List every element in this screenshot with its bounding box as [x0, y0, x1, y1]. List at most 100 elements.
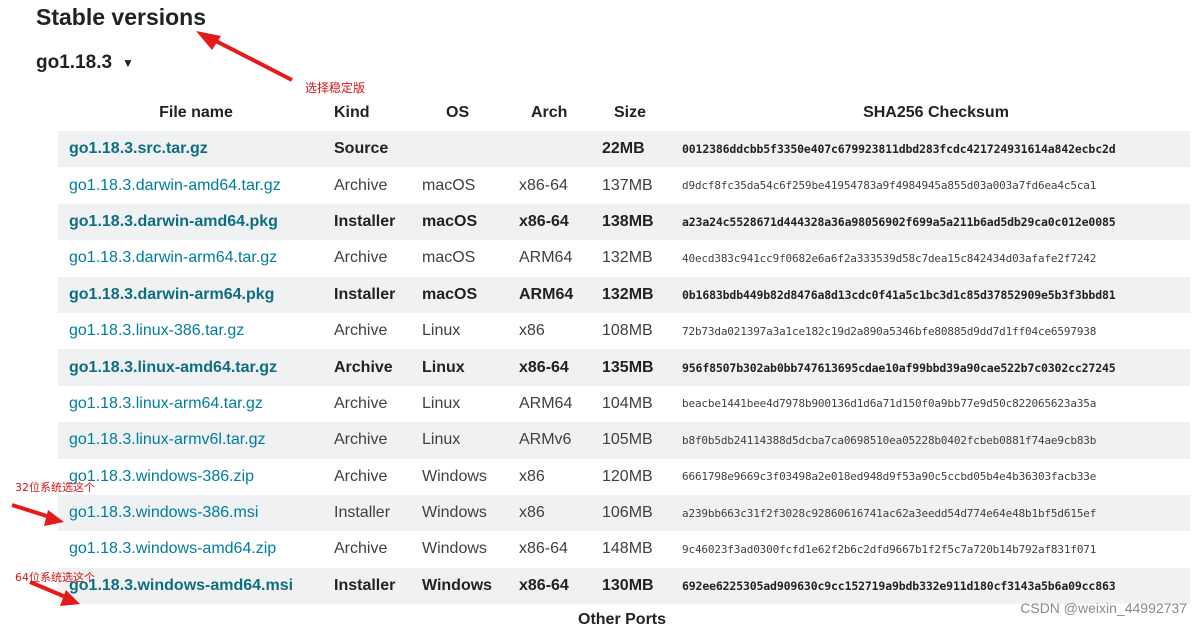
table-row: go1.18.3.linux-arm64.tar.gz Archive Linux A…	[58, 386, 1190, 422]
size-cell: 120MB	[602, 467, 653, 485]
page-title: Stable versions	[36, 4, 207, 30]
arch-cell: ARM64	[519, 249, 573, 267]
file-name-cell: go1.18.3.linux-386.tar.gz	[58, 313, 334, 349]
kind-cell: Archive	[334, 394, 388, 412]
version-toggle[interactable]: go1.18.3 ▼	[36, 52, 134, 74]
sha256-cell: a239bb663c31f2f3028c92860616741ac62a3eed…	[682, 494, 1190, 532]
caret-down-icon: ▼	[122, 56, 134, 70]
kind-cell: Archive	[334, 322, 388, 340]
sha256-cell: 6661798e9669c3f03498a2e018ed948d9f53a90c…	[682, 470, 1097, 484]
file-name-link[interactable]: go1.18.3.darwin-arm64.pkg	[69, 286, 274, 303]
sha256-cell: 40ecd383c941cc9f0682e6a6f2a333539d58c7de…	[682, 251, 1097, 265]
size-cell: 135MB	[602, 349, 682, 386]
table-row: go1.18.3.linux-386.tar.gz Archive Linux x86…	[58, 313, 1190, 349]
arrow-stable	[196, 31, 293, 82]
size-cell: 106MB	[602, 494, 682, 532]
size-cell: 148MB	[602, 540, 653, 558]
sha256-cell: 9c46023f3ad0300fcfd1e62f2b6c2dfd9667b1f2…	[682, 542, 1097, 556]
arch-cell: ARM64	[519, 394, 573, 412]
file-name-link[interactable]: go1.18.3.linux-armv6l.tar.gz	[69, 431, 266, 448]
file-name-cell: go1.18.3.darwin-arm64.tar.gz	[58, 240, 334, 276]
file-name-link[interactable]: go1.18.3.windows-amd64.msi	[69, 577, 293, 594]
arch-cell: x86	[519, 494, 602, 532]
table-row: go1.18.3.linux-amd64.tar.gz Archive Linux x…	[58, 349, 1190, 386]
file-name-cell: go1.18.3.src.tar.gz	[58, 131, 334, 168]
os-cell: macOS	[422, 276, 519, 313]
sha256-cell: 72b73da021397a3a1ce182c19d2a890a5346bfe8…	[682, 324, 1097, 338]
sha256-cell: 0012386ddcbb5f3350e407c679923811dbd283fc…	[682, 131, 1190, 168]
sha256-cell: 692ee6225305ad909630c9cc152719a9bdb332e9…	[682, 567, 1190, 605]
arch-cell: x86-64	[519, 203, 602, 241]
sha256-cell: beacbe1441bee4d7978b900136d1d6a71d150f0a…	[682, 397, 1097, 411]
kind-cell: Archive	[334, 540, 388, 558]
version-label: go1.18.3	[36, 52, 113, 73]
arch-cell: x86	[519, 467, 545, 485]
file-name-cell: go1.18.3.windows-386.zip	[58, 459, 334, 495]
size-cell: 137MB	[602, 176, 653, 194]
file-name-link[interactable]: go1.18.3.linux-amd64.tar.gz	[69, 359, 277, 376]
kind-cell: Installer	[334, 203, 422, 241]
table-row: go1.18.3.windows-amd64.zip Archive Windows…	[58, 531, 1190, 567]
kind-cell: Installer	[334, 276, 422, 313]
file-name-link[interactable]: go1.18.3.darwin-amd64.tar.gz	[69, 177, 281, 194]
kind-cell: Archive	[334, 467, 388, 485]
header-file-name: File name	[159, 104, 233, 121]
kind-cell: Archive	[334, 349, 422, 386]
os-cell: Linux	[422, 322, 461, 340]
file-name-link[interactable]: go1.18.3.linux-386.tar.gz	[69, 322, 244, 339]
sha256-cell: d9dcf8fc35da54c6f259be41954783a9f4984945…	[682, 179, 1097, 193]
os-cell: Linux	[422, 349, 519, 386]
os-cell: macOS	[422, 176, 476, 194]
header-arch: Arch	[531, 104, 568, 121]
file-name-cell: go1.18.3.darwin-arm64.pkg	[58, 276, 334, 313]
arch-cell: x86-64	[519, 567, 602, 605]
file-name-cell: go1.18.3.linux-amd64.tar.gz	[58, 349, 334, 386]
size-cell: 130MB	[602, 567, 682, 605]
sha256-cell: 956f8507b302ab0bb747613695cdae10af99bbd3…	[682, 349, 1190, 386]
os-cell: Linux	[422, 422, 519, 459]
file-name-link[interactable]: go1.18.3.src.tar.gz	[69, 140, 208, 157]
size-cell: 132MB	[602, 276, 682, 313]
header-kind: Kind	[334, 104, 370, 121]
sha256-cell: b8f0b5db24114388d5dcba7ca0698510ea05228b…	[682, 422, 1190, 459]
file-name-cell: go1.18.3.darwin-amd64.pkg	[58, 203, 334, 241]
size-cell: 138MB	[602, 203, 682, 241]
arch-cell: ARM64	[519, 276, 602, 313]
table-row: go1.18.3.linux-armv6l.tar.gz Archive Linux…	[58, 422, 1190, 459]
file-name-link[interactable]: go1.18.3.windows-amd64.zip	[69, 540, 276, 557]
arch-cell: x86-64	[519, 540, 568, 558]
os-cell: Windows	[422, 467, 487, 485]
file-name-cell: go1.18.3.linux-armv6l.tar.gz	[58, 422, 334, 459]
other-ports-heading: Other Ports	[578, 611, 667, 628]
file-name-link[interactable]: go1.18.3.windows-386.zip	[69, 468, 254, 485]
file-name-link[interactable]: go1.18.3.windows-386.msi	[69, 504, 258, 521]
file-name-link[interactable]: go1.18.3.darwin-amd64.pkg	[69, 213, 278, 230]
kind-cell: Installer	[334, 567, 422, 605]
arch-cell: x86-64	[519, 349, 602, 386]
file-name-link[interactable]: go1.18.3.linux-arm64.tar.gz	[69, 395, 263, 412]
kind-cell: Archive	[334, 249, 388, 267]
header-size: Size	[614, 104, 647, 121]
size-cell: 22MB	[602, 131, 682, 168]
arch-cell: x86	[519, 322, 545, 340]
file-name-cell: go1.18.3.darwin-amd64.tar.gz	[58, 167, 334, 203]
os-cell: Windows	[422, 567, 519, 605]
table-row: go1.18.3.darwin-amd64.pkg Installer macOS x…	[58, 203, 1190, 241]
table-row: go1.18.3.windows-amd64.msi Installer Windo…	[58, 567, 1190, 605]
size-cell: 132MB	[602, 249, 653, 267]
file-name-link[interactable]: go1.18.3.darwin-arm64.tar.gz	[69, 249, 277, 266]
os-cell: macOS	[422, 249, 476, 267]
kind-cell: Installer	[334, 494, 422, 532]
kind-cell: Source	[334, 131, 422, 168]
file-name-cell: go1.18.3.windows-amd64.zip	[58, 531, 334, 567]
os-cell	[422, 131, 519, 168]
sha256-cell: a23a24c5528671d444328a36a98056902f699a5a…	[682, 203, 1190, 241]
arch-cell: x86-64	[519, 176, 568, 194]
table-row: go1.18.3.darwin-arm64.pkg Installer macOS A…	[58, 276, 1190, 313]
sha256-cell: 0b1683bdb449b82d8476a8d13cdc0f41a5c1bc3d…	[682, 276, 1190, 313]
size-cell: 108MB	[602, 322, 653, 340]
file-name-cell: go1.18.3.windows-amd64.msi	[58, 567, 334, 605]
os-cell: Windows	[422, 540, 487, 558]
table-row: go1.18.3.src.tar.gz Source 22MB 0012386ddcb…	[58, 131, 1190, 168]
size-cell: 104MB	[602, 394, 653, 412]
